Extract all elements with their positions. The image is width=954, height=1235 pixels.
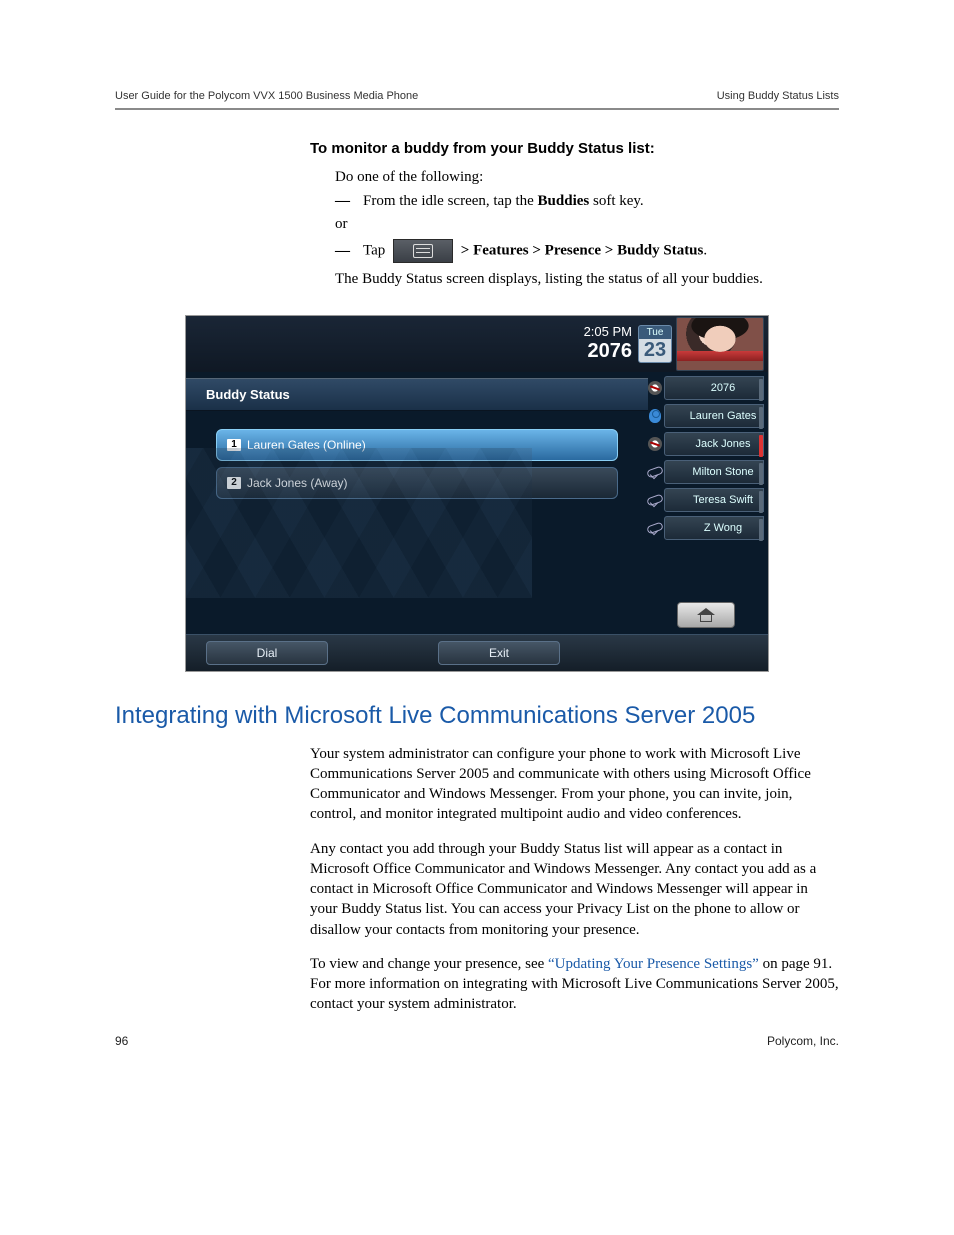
line-key-label: 2076 [711, 382, 735, 394]
bullet1-post: soft key. [589, 193, 643, 209]
calendar-day: Tue [638, 325, 672, 339]
document-page: User Guide for the Polycom VVX 1500 Busi… [0, 0, 954, 1100]
line-indicator [759, 463, 763, 485]
body-paragraph: Your system administrator can configure … [310, 744, 839, 825]
bullet2-end: . [703, 243, 707, 259]
procedure-bullet-1: — From the idle screen, tap the Buddies … [335, 193, 839, 210]
bullet1-bold: Buddies [538, 193, 590, 209]
row-index: 2 [227, 477, 241, 489]
softkey-bar: Dial Exit [186, 634, 768, 671]
line-indicator [759, 519, 763, 541]
running-header: User Guide for the Polycom VVX 1500 Busi… [115, 90, 839, 110]
body-paragraph: To view and change your presence, see “U… [310, 954, 839, 1015]
home-button[interactable] [677, 602, 735, 628]
buddy-row[interactable]: 2 Jack Jones (Away) [216, 467, 618, 499]
bullet1-pre: From the idle screen, tap the [363, 193, 538, 209]
presence-dnd-icon [647, 380, 663, 396]
company-name: Polycom, Inc. [767, 1034, 839, 1048]
line-key[interactable]: Teresa Swift [664, 488, 764, 512]
procedure-block: To monitor a buddy from your Buddy Statu… [310, 140, 839, 290]
time-extension: 2:05 PM 2076 [584, 324, 632, 364]
line-key-label: Teresa Swift [693, 494, 753, 506]
cross-reference-link[interactable]: “Updating Your Presence Settings” [548, 956, 759, 972]
panel-title: Buddy Status [186, 378, 648, 411]
menu-icon [393, 239, 453, 263]
line-key-label: Lauren Gates [690, 410, 757, 422]
page-number: 96 [115, 1034, 128, 1048]
or-separator: or [335, 216, 839, 233]
presence-online-icon [647, 408, 663, 424]
page-footer: 96 Polycom, Inc. [115, 1034, 839, 1048]
row-index: 1 [227, 439, 241, 451]
status-bar: 2:05 PM 2076 Tue 23 [186, 316, 768, 372]
header-right: Using Buddy Status Lists [717, 90, 839, 102]
line-key[interactable]: Lauren Gates [664, 404, 764, 428]
procedure-intro: Do one of the following: [335, 167, 839, 187]
line-key-label: Z Wong [704, 522, 742, 534]
line-key[interactable]: Milton Stone [664, 460, 764, 484]
bullet2-path: > Features > Presence > Buddy Status [461, 243, 704, 259]
dash-icon: — [335, 243, 351, 260]
p3-pre: To view and change your presence, see [310, 956, 548, 972]
presence-phone-icon [647, 464, 663, 480]
presence-dnd-icon [647, 436, 663, 452]
softkey-exit[interactable]: Exit [438, 641, 560, 665]
header-left: User Guide for the Polycom VVX 1500 Busi… [115, 90, 418, 102]
line-indicator [759, 491, 763, 513]
screen-body: Buddy Status 1 Lauren Gates (Online) 2 J… [186, 372, 768, 634]
body-paragraph: Any contact you add through your Buddy S… [310, 839, 839, 940]
main-panel: Buddy Status 1 Lauren Gates (Online) 2 J… [186, 372, 648, 634]
dash-icon: — [335, 193, 351, 210]
calendar-badge: Tue 23 [638, 325, 672, 363]
home-icon [698, 608, 714, 622]
procedure-bullet-2: — Tap > Features > Presence > Buddy Stat… [335, 239, 839, 263]
line-keys-panel: 2076 Lauren Gates Jack Jones Milton Ston… [648, 372, 768, 634]
line-key[interactable]: 2076 [664, 376, 764, 400]
clock-time: 2:05 PM [584, 324, 632, 340]
bullet2-pre: Tap [363, 243, 389, 259]
line-key-label: Milton Stone [692, 466, 753, 478]
procedure-title: To monitor a buddy from your Buddy Statu… [310, 140, 839, 157]
presence-phone-icon [647, 520, 663, 536]
row-label: Jack Jones (Away) [247, 476, 347, 490]
extension-number: 2076 [584, 339, 632, 363]
line-key[interactable]: Z Wong [664, 516, 764, 540]
video-self-view [676, 317, 764, 371]
buddy-status-screenshot: 2:05 PM 2076 Tue 23 Buddy Status 1 Laure… [185, 315, 769, 672]
section-heading: Integrating with Microsoft Live Communic… [115, 702, 839, 730]
procedure-result: The Buddy Status screen displays, listin… [335, 269, 839, 289]
line-key-label: Jack Jones [695, 438, 750, 450]
line-key[interactable]: Jack Jones [664, 432, 764, 456]
presence-phone-icon [647, 492, 663, 508]
buddy-row-selected[interactable]: 1 Lauren Gates (Online) [216, 429, 618, 461]
line-indicator [759, 407, 763, 429]
line-indicator [759, 435, 763, 457]
calendar-date: 23 [638, 339, 672, 363]
row-label: Lauren Gates (Online) [247, 438, 366, 452]
line-indicator [759, 379, 763, 401]
softkey-dial[interactable]: Dial [206, 641, 328, 665]
